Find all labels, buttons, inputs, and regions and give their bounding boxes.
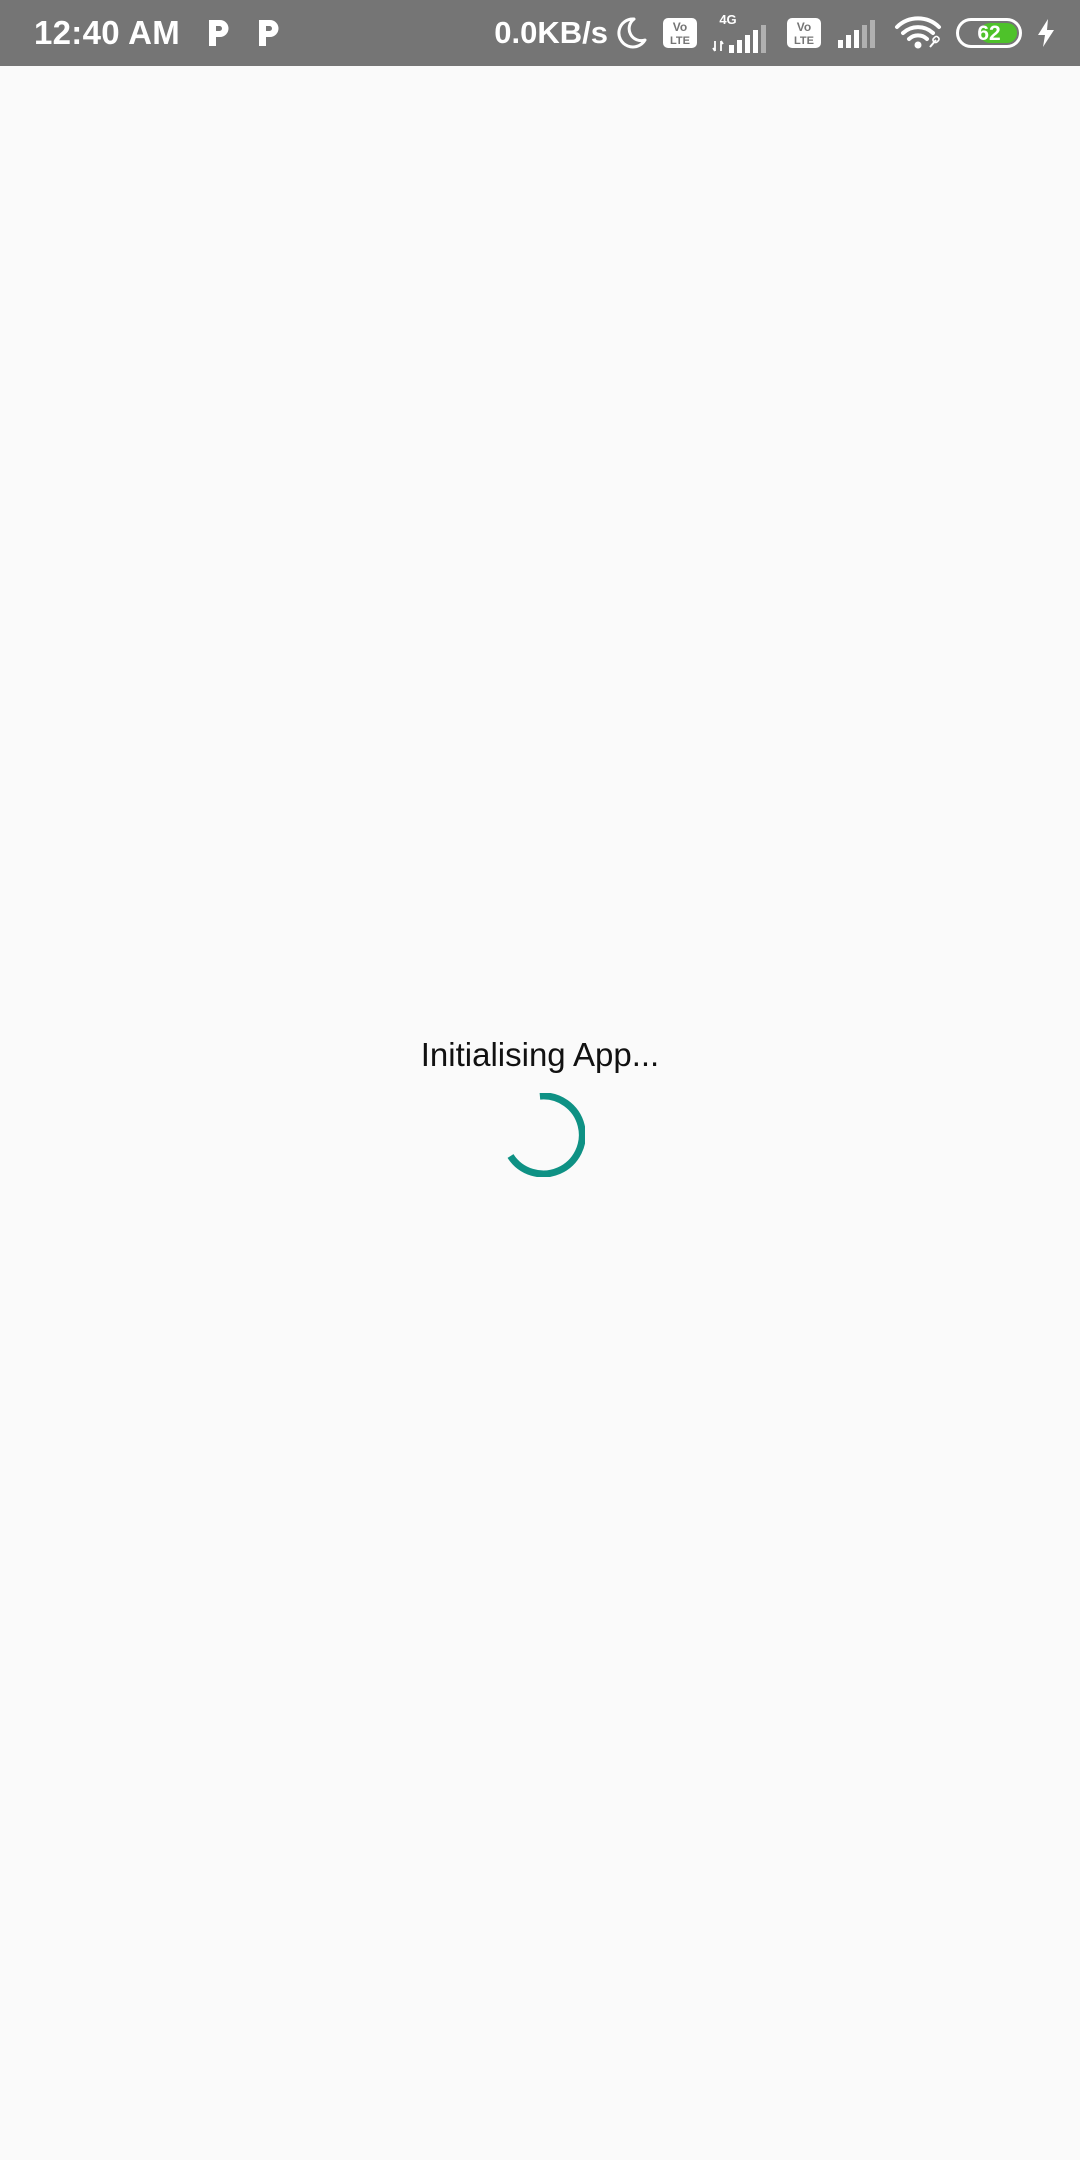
clock: 12:40 AM <box>34 14 181 51</box>
cellular-signal-icon <box>838 20 875 48</box>
p-notification-icon <box>259 20 279 46</box>
svg-text:4G: 4G <box>719 12 736 27</box>
network-speed: 0.0KB/s <box>494 15 608 50</box>
battery-level: 62 <box>977 21 1001 45</box>
wifi-icon <box>895 16 941 49</box>
loading-message: Initialising App... <box>420 1036 660 1073</box>
svg-text:LTE: LTE <box>794 35 814 47</box>
status-bar-left: 12:40 AM <box>34 0 282 66</box>
moon-icon <box>617 17 647 49</box>
p-notification-icon <box>209 20 229 46</box>
status-bar: 12:40 AM 0.0KB/s Vo LTE 4G Vo LTE 62 <box>0 0 1080 66</box>
loading-spinner-icon <box>507 1093 585 1177</box>
svg-text:LTE: LTE <box>670 35 690 47</box>
battery-icon: 62 <box>956 18 1022 48</box>
status-bar-right: 0.0KB/s Vo LTE 4G Vo LTE 62 <box>494 0 1056 66</box>
app-screen: 12:40 AM 0.0KB/s Vo LTE 4G Vo LTE 62 Ini… <box>0 0 1080 2160</box>
volte-icon: Vo LTE <box>663 18 697 48</box>
volte-icon: Vo LTE <box>787 18 821 48</box>
cellular-signal-icon: 4G <box>712 12 766 53</box>
svg-text:Vo: Vo <box>797 20 811 34</box>
bolt-icon <box>1038 19 1054 47</box>
svg-text:Vo: Vo <box>673 20 687 34</box>
